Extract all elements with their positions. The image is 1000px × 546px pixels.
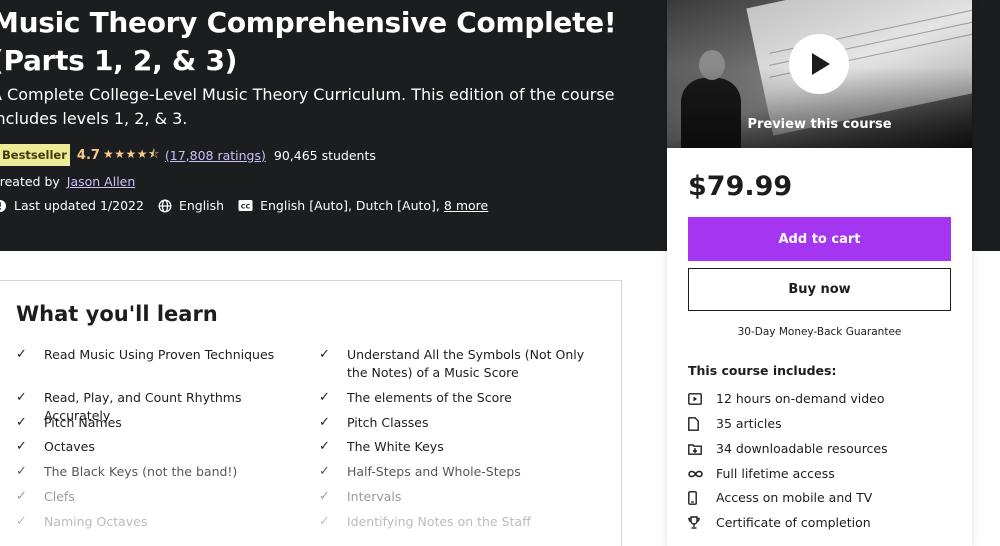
learn-item-text: The Black Keys (not the band!) xyxy=(44,464,238,479)
includes-item-label: Access on mobile and TV xyxy=(716,490,873,505)
learn-item-text: Understand All the Symbols (Not Only the… xyxy=(347,347,585,380)
article-icon xyxy=(688,416,699,431)
check-icon: ✓ xyxy=(16,489,27,504)
includes-title: This course includes: xyxy=(688,363,837,378)
trophy-icon xyxy=(688,516,700,529)
ratings-count-link[interactable]: (17,808 ratings) xyxy=(165,148,266,163)
course-title: Music Theory Comprehensive Complete! (Pa… xyxy=(0,6,617,77)
purchase-sidebar: Preview this course $79.99 Add to cart B… xyxy=(667,0,972,546)
learn-section-title: What you'll learn xyxy=(16,302,218,326)
download-icon xyxy=(688,443,702,455)
globe-icon xyxy=(158,199,172,212)
check-icon: ✓ xyxy=(319,439,330,454)
check-icon: ✓ xyxy=(16,464,27,479)
video-icon xyxy=(688,392,702,405)
learn-item: ✓ Half-Steps and Whole-Steps xyxy=(319,463,604,481)
learn-item: ✓ Read Music Using Proven Techniques xyxy=(16,346,306,364)
play-icon[interactable] xyxy=(789,34,849,94)
learn-item: ✓ Identifying Notes on the Staff xyxy=(319,513,604,531)
captions-text: English [Auto], Dutch [Auto], xyxy=(260,198,440,213)
learn-item: ✓ The White Keys xyxy=(319,438,604,456)
includes-item: 35 articles xyxy=(688,416,782,431)
closed-captions-icon: CC xyxy=(238,200,253,211)
includes-item: Full lifetime access xyxy=(688,466,835,481)
preview-label[interactable]: Preview this course xyxy=(667,117,972,132)
rating-row: Bestseller 4.7 ★★★★⯪ (17,808 ratings) 90… xyxy=(0,144,376,166)
author-link[interactable]: Jason Allen xyxy=(67,174,136,189)
learn-item: ✓ Pitch Names xyxy=(16,414,306,432)
check-icon: ✓ xyxy=(319,347,330,362)
learn-item: ✓ Clefs xyxy=(16,488,306,506)
alert-badge-icon xyxy=(0,199,6,212)
learn-item: ✓ Pitch Classes xyxy=(319,414,604,432)
learn-item-text: Clefs xyxy=(44,489,75,504)
more-captions-link[interactable]: 8 more xyxy=(444,198,488,213)
last-updated-text: Last updated 1/2022 xyxy=(14,198,144,213)
learn-item-text: The elements of the Score xyxy=(347,390,512,405)
check-icon: ✓ xyxy=(319,464,330,479)
course-subtitle: A Complete College-Level Music Theory Cu… xyxy=(0,85,615,128)
includes-item-label: Certificate of completion xyxy=(716,515,871,530)
learn-item: ✓ Octaves xyxy=(16,438,306,456)
created-by-label: Created by xyxy=(0,174,60,189)
check-icon: ✓ xyxy=(16,514,27,529)
star-rating-icon: ★★★★⯪ xyxy=(102,146,160,161)
captions: CC English [Auto], Dutch [Auto], 8 more xyxy=(238,198,488,213)
last-updated: Last updated 1/2022 xyxy=(0,198,144,213)
check-icon: ✓ xyxy=(319,390,330,405)
learn-item: ✓ The elements of the Score xyxy=(319,389,604,407)
learn-item-text: The White Keys xyxy=(347,439,444,454)
learn-item-text: Pitch Classes xyxy=(347,415,429,430)
rating-value: 4.7 xyxy=(76,147,100,163)
svg-text:CC: CC xyxy=(241,202,251,210)
includes-item: Certificate of completion xyxy=(688,515,871,530)
learn-item: ✓ Understand All the Symbols (Not Only th… xyxy=(319,346,604,382)
check-icon: ✓ xyxy=(319,489,330,504)
learn-item-text: Pitch Names xyxy=(44,415,122,430)
learn-item: ✓ Intervals xyxy=(319,488,604,506)
includes-item-label: Full lifetime access xyxy=(716,466,835,481)
includes-item-label: 35 articles xyxy=(716,416,782,431)
includes-item: 34 downloadable resources xyxy=(688,441,888,456)
learn-item-text: Octaves xyxy=(44,439,95,454)
learn-item-text: Half-Steps and Whole-Steps xyxy=(347,464,521,479)
check-icon: ✓ xyxy=(319,514,330,529)
check-icon: ✓ xyxy=(16,439,27,454)
learn-item-text: Read Music Using Proven Techniques xyxy=(44,347,275,362)
course-preview-video[interactable]: Preview this course xyxy=(667,0,972,148)
money-back-guarantee: 30-Day Money-Back Guarantee xyxy=(737,326,902,338)
bestseller-badge: Bestseller xyxy=(0,144,70,166)
includes-item-label: 34 downloadable resources xyxy=(716,441,888,456)
buy-now-button[interactable]: Buy now xyxy=(688,268,951,311)
language: English xyxy=(158,198,224,213)
language-text: English xyxy=(178,198,225,213)
course-meta: Last updated 1/2022 English CC English [… xyxy=(0,198,502,213)
students-count: 90,465 students xyxy=(273,147,376,163)
check-icon: ✓ xyxy=(319,415,330,430)
mobile-icon xyxy=(688,490,697,505)
check-icon: ✓ xyxy=(16,415,27,430)
learn-item: ✓ The Black Keys (not the band!) xyxy=(16,463,306,481)
includes-item: 12 hours on-demand video xyxy=(688,391,885,406)
learn-item: ✓ Naming Octaves xyxy=(16,513,306,531)
learn-item-text: Identifying Notes on the Staff xyxy=(347,514,531,529)
add-to-cart-button[interactable]: Add to cart xyxy=(688,217,951,261)
check-icon: ✓ xyxy=(16,347,27,362)
created-by: Created by Jason Allen xyxy=(0,174,143,189)
includes-item-label: 12 hours on-demand video xyxy=(716,391,885,406)
includes-item: Access on mobile and TV xyxy=(688,490,872,505)
infinity-icon xyxy=(688,470,703,477)
learn-item-text: Naming Octaves xyxy=(44,514,148,529)
learn-item-text: Intervals xyxy=(347,489,402,504)
course-price: $79.99 xyxy=(688,171,793,202)
